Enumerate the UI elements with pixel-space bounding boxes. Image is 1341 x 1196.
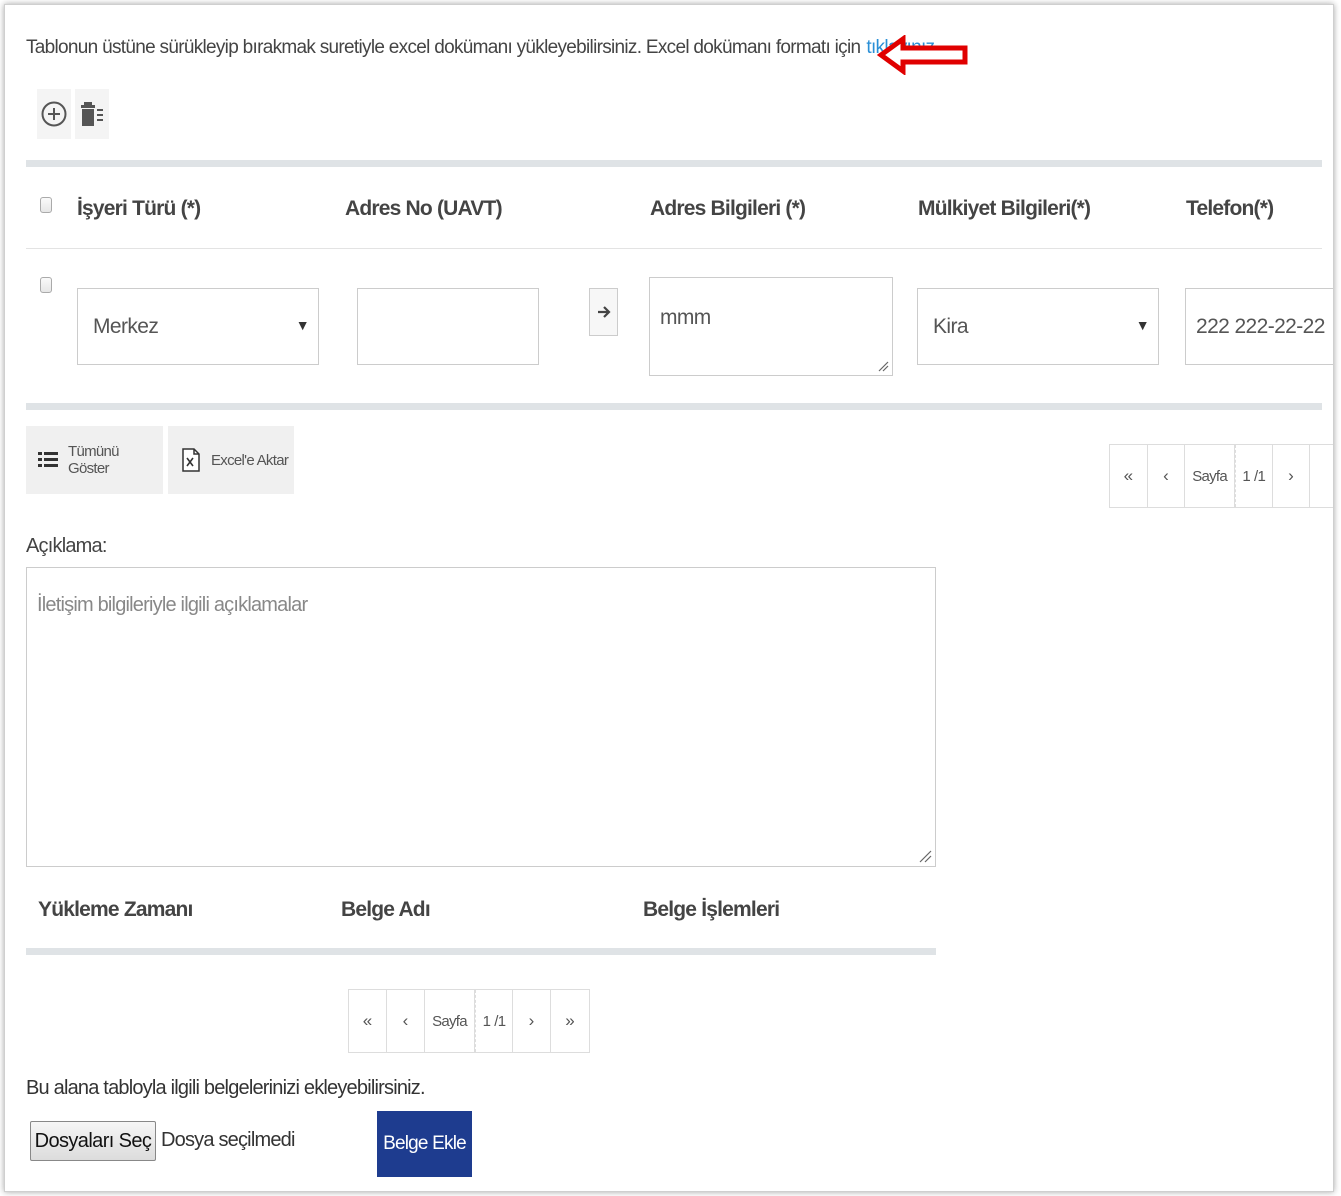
excel-file-icon	[182, 448, 200, 472]
pager-page-indicator[interactable]: 1/1	[475, 990, 513, 1052]
pager-next-button[interactable]: ›	[1273, 445, 1311, 507]
trash-icon	[81, 102, 103, 126]
pager-last-button[interactable]: »	[551, 990, 589, 1052]
column-header-belge-adi: Belge Adı	[341, 898, 431, 921]
page-frame: Tablonun üstüne sürükleyip bırakmak sure…	[4, 4, 1334, 1192]
aciklama-label: Açıklama:	[26, 535, 107, 557]
pager-total-pages: /1	[1254, 467, 1266, 485]
adres-bilgileri-textarea[interactable]: mmm	[649, 277, 893, 376]
column-header-adres-no: Adres No (UAVT)	[345, 197, 503, 220]
plus-circle-icon	[41, 101, 67, 127]
pager-next-button[interactable]: ›	[513, 990, 551, 1052]
add-row-button[interactable]	[37, 89, 71, 139]
choose-files-button[interactable]: Dosyaları Seç	[30, 1121, 156, 1161]
add-document-button[interactable]: Belge Ekle	[377, 1111, 472, 1177]
isyeri-turu-select[interactable]: Merkez ▼	[77, 288, 319, 365]
show-all-button[interactable]: Tümünü Göster	[26, 426, 163, 494]
arrow-right-icon	[597, 306, 611, 318]
no-file-status: Dosya seçilmedi	[161, 1129, 295, 1151]
pager-first-button[interactable]: «	[1110, 445, 1148, 507]
table-pager: « ‹ Sayfa 1/1 ›	[1109, 444, 1333, 508]
dropdown-caret-icon: ▼	[1135, 317, 1150, 333]
address-lookup-button[interactable]	[589, 288, 618, 336]
show-all-label: Tümünü Göster	[67, 443, 120, 477]
adres-no-input[interactable]	[357, 288, 539, 365]
telefon-value: 222 222-22-22	[1196, 315, 1325, 338]
column-header-yukleme-zamani: Yükleme Zamanı	[38, 898, 193, 921]
pager-last-button[interactable]	[1310, 445, 1333, 507]
upload-hint-text: Tablonun üstüne sürükleyip bırakmak sure…	[26, 37, 861, 58]
pager-page-indicator[interactable]: 1/1	[1234, 445, 1273, 507]
adres-bilgileri-value: mmm	[660, 306, 711, 329]
pager-current-page: 1	[1242, 467, 1250, 485]
documents-pager: « ‹ Sayfa 1/1 › »	[348, 989, 590, 1053]
table-bottom-rule	[26, 403, 1322, 410]
export-excel-label: Excel'e Aktar	[211, 451, 289, 469]
list-icon	[38, 452, 58, 467]
pager-current-page: 1	[482, 1012, 491, 1030]
pager-prev-button[interactable]: ‹	[387, 990, 425, 1052]
pager-first-button[interactable]: «	[349, 990, 387, 1052]
telefon-input[interactable]: 222 222-22-22	[1185, 288, 1333, 365]
red-arrow-icon	[877, 35, 968, 75]
resize-handle-icon[interactable]	[877, 360, 889, 372]
column-header-adres-bilgileri: Adres Bilgileri (*)	[650, 197, 806, 220]
mulkiyet-select[interactable]: Kira ▼	[917, 288, 1159, 365]
pager-page-label: Sayfa	[1185, 445, 1235, 507]
row-checkbox[interactable]	[40, 277, 52, 293]
column-header-isyeri-turu: İşyeri Türü (*)	[77, 197, 201, 220]
column-header-belge-islemleri: Belge İşlemleri	[643, 898, 780, 921]
pager-total-pages: /1	[494, 1012, 506, 1030]
table-top-rule	[26, 160, 1322, 167]
delete-rows-button[interactable]	[75, 89, 109, 139]
column-header-telefon: Telefon(*)	[1186, 197, 1274, 220]
resize-handle-icon[interactable]	[918, 849, 932, 863]
documents-info-text: Bu alana tabloyla ilgili belgelerinizi e…	[26, 1077, 426, 1099]
mulkiyet-value: Kira	[933, 315, 969, 338]
header-divider	[26, 248, 1322, 249]
pager-page-label: Sayfa	[425, 990, 475, 1052]
aciklama-textarea[interactable]: İletişim bilgileriyle ilgili açıklamalar	[26, 567, 936, 867]
dropdown-caret-icon: ▼	[295, 317, 310, 333]
column-header-mulkiyet: Mülkiyet Bilgileri(*)	[918, 197, 1091, 220]
documents-rule	[26, 948, 936, 955]
export-excel-button[interactable]: Excel'e Aktar	[168, 426, 294, 494]
aciklama-placeholder: İletişim bilgileriyle ilgili açıklamalar	[37, 594, 308, 616]
select-all-checkbox[interactable]	[40, 197, 52, 213]
pager-prev-button[interactable]: ‹	[1148, 445, 1186, 507]
isyeri-turu-value: Merkez	[93, 315, 159, 338]
upload-hint: Tablonun üstüne sürükleyip bırakmak sure…	[26, 37, 940, 59]
